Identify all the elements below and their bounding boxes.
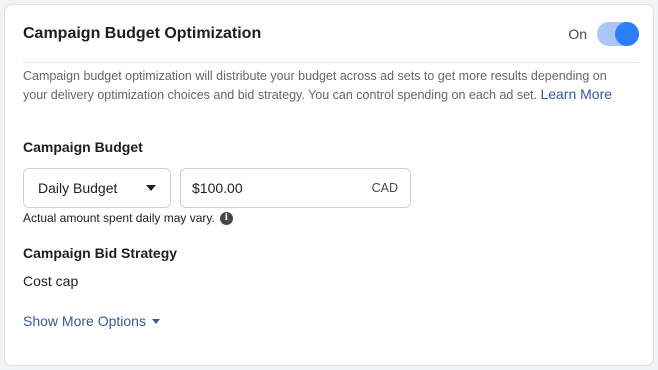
campaign-budget-card: Campaign Budget Optimization On Campaign… [4, 4, 654, 366]
budget-type-value: Daily Budget [38, 180, 118, 196]
description-text: Campaign budget optimization will distri… [23, 69, 607, 102]
caret-down-icon [146, 185, 156, 191]
info-icon[interactable]: i [219, 211, 233, 225]
cbo-description: Campaign budget optimization will distri… [23, 67, 633, 104]
cbo-toggle-group: On [568, 21, 639, 46]
bid-strategy-value: Cost cap [23, 273, 79, 289]
card-header: Campaign Budget Optimization On [23, 5, 639, 63]
budget-note-text: Actual amount spent daily may vary. [23, 211, 215, 225]
learn-more-link[interactable]: Learn More [540, 86, 612, 102]
cbo-toggle-switch[interactable] [597, 21, 639, 46]
show-more-options-link[interactable]: Show More Options [23, 313, 160, 329]
bid-strategy-label: Campaign Bid Strategy [23, 245, 178, 261]
show-more-label: Show More Options [23, 313, 146, 329]
budget-amount-value: $100.00 [192, 180, 243, 196]
card-title: Campaign Budget Optimization [23, 24, 262, 42]
currency-label: CAD [371, 181, 398, 195]
budget-note: Actual amount spent daily may vary. i [23, 211, 233, 225]
budget-type-dropdown[interactable]: Daily Budget [23, 168, 171, 208]
caret-down-icon [151, 318, 160, 324]
campaign-budget-label: Campaign Budget [23, 139, 143, 155]
budget-amount-input[interactable]: $100.00 CAD [180, 168, 411, 208]
toggle-knob [615, 21, 639, 46]
toggle-label: On [568, 25, 587, 42]
